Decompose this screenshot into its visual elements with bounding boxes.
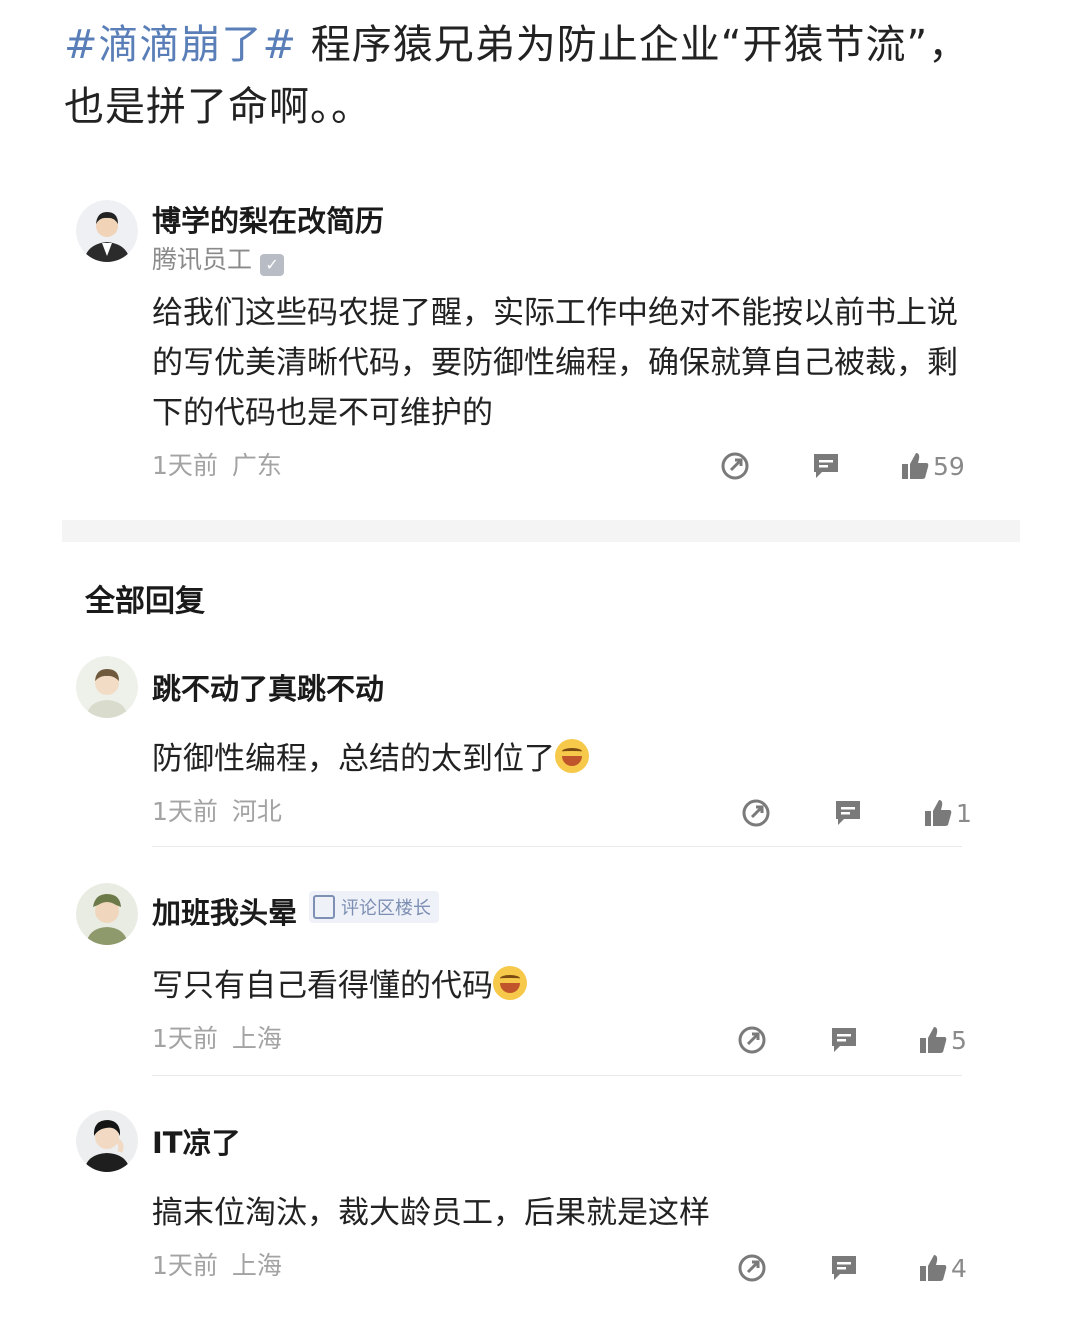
thumbs-up-icon bbox=[920, 1255, 947, 1281]
smiling-emoji bbox=[493, 966, 527, 1000]
reply-time: 1天前 bbox=[152, 1251, 218, 1280]
username[interactable]: IT凉了 bbox=[152, 1120, 241, 1162]
reply-location: 河北 bbox=[231, 797, 282, 826]
reply-meta: 1天前 上海 bbox=[152, 1246, 282, 1282]
like-count: 59 bbox=[933, 451, 965, 481]
comment-icon bbox=[832, 1028, 856, 1052]
share-icon bbox=[738, 1254, 766, 1282]
reply-button[interactable] bbox=[832, 796, 864, 830]
comment-icon bbox=[836, 801, 860, 825]
section-separator bbox=[62, 520, 1020, 542]
reply-text-content: 写只有自己看得懂的代码 bbox=[152, 968, 493, 1004]
reply-meta: 1天前 上海 bbox=[152, 1019, 282, 1055]
avatar[interactable] bbox=[76, 200, 138, 262]
like-button[interactable]: 4 bbox=[917, 1251, 967, 1285]
share-button[interactable] bbox=[719, 449, 751, 483]
badge-icon bbox=[313, 895, 336, 919]
thumbs-up-icon bbox=[902, 453, 929, 479]
reply-text: 防御性编程，总结的太到位了 bbox=[152, 734, 972, 784]
username[interactable]: 加班我头晕 评论区楼长 bbox=[152, 890, 440, 932]
avatar[interactable] bbox=[76, 883, 138, 945]
reply-text: 写只有自己看得懂的代码 bbox=[152, 961, 972, 1011]
verified-icon: ✓ bbox=[260, 254, 285, 276]
avatar[interactable] bbox=[76, 1110, 138, 1172]
user-subtitle: 腾讯员工 ✓ bbox=[152, 240, 285, 276]
like-count: 4 bbox=[951, 1253, 967, 1283]
reply-location: 上海 bbox=[231, 1251, 282, 1280]
like-count: 5 bbox=[951, 1025, 967, 1055]
comment-icon bbox=[832, 1256, 856, 1280]
reply-location: 上海 bbox=[231, 1024, 282, 1053]
section-title: 全部回复 bbox=[85, 584, 205, 619]
post-text-line2: 也是拼了命啊。。 bbox=[64, 84, 372, 130]
hashtag-link[interactable]: #滴滴崩了# bbox=[64, 22, 297, 68]
comment-location: 广东 bbox=[231, 451, 282, 480]
divider bbox=[152, 1075, 962, 1076]
badge-label: 评论区楼长 bbox=[341, 898, 432, 919]
post-headline: #滴滴崩了# 程序猿兄弟为防止企业“开猿节流”， 也是拼了命啊。。 bbox=[64, 14, 1044, 138]
share-icon bbox=[721, 452, 749, 480]
username-text: 加班我头晕 bbox=[152, 896, 298, 930]
username[interactable]: 跳不动了真跳不动 bbox=[152, 666, 384, 708]
share-button[interactable] bbox=[740, 796, 772, 830]
reply-button[interactable] bbox=[828, 1023, 860, 1057]
reply-meta: 1天前 河北 bbox=[152, 792, 282, 828]
like-button[interactable]: 1 bbox=[922, 796, 972, 830]
reply-text: 搞末位淘汰，裁大龄员工，后果就是这样 bbox=[152, 1195, 710, 1231]
share-button[interactable] bbox=[736, 1023, 768, 1057]
user-title: 腾讯员工 bbox=[152, 245, 253, 274]
badge: 评论区楼长 bbox=[309, 891, 440, 923]
reply-button[interactable] bbox=[828, 1251, 860, 1285]
reply-text-content: 防御性编程，总结的太到位了 bbox=[152, 741, 555, 777]
share-icon bbox=[742, 799, 770, 827]
comment-time: 1天前 bbox=[152, 451, 218, 480]
like-count: 1 bbox=[956, 798, 972, 828]
username[interactable]: 博学的梨在改简历 bbox=[152, 198, 384, 240]
like-button[interactable]: 59 bbox=[899, 449, 965, 483]
comment-text: 给我们这些码农提了醒，实际工作中绝对不能按以前书上说的写优美清晰代码，要防御性编… bbox=[152, 295, 958, 431]
grinning-sweat-emoji bbox=[555, 739, 589, 773]
thumbs-up-icon bbox=[925, 800, 952, 826]
reply-time: 1天前 bbox=[152, 797, 218, 826]
divider bbox=[152, 846, 962, 847]
comment-meta: 1天前 广东 bbox=[152, 446, 282, 482]
reply-button[interactable] bbox=[810, 449, 842, 483]
share-icon bbox=[738, 1026, 766, 1054]
avatar[interactable] bbox=[76, 656, 138, 718]
post-text-line1: 程序猿兄弟为防止企业“开猿节流”， bbox=[297, 22, 970, 68]
share-button[interactable] bbox=[736, 1251, 768, 1285]
comment-icon bbox=[814, 454, 838, 478]
reply-time: 1天前 bbox=[152, 1024, 218, 1053]
like-button[interactable]: 5 bbox=[917, 1023, 967, 1057]
thumbs-up-icon bbox=[920, 1027, 947, 1053]
